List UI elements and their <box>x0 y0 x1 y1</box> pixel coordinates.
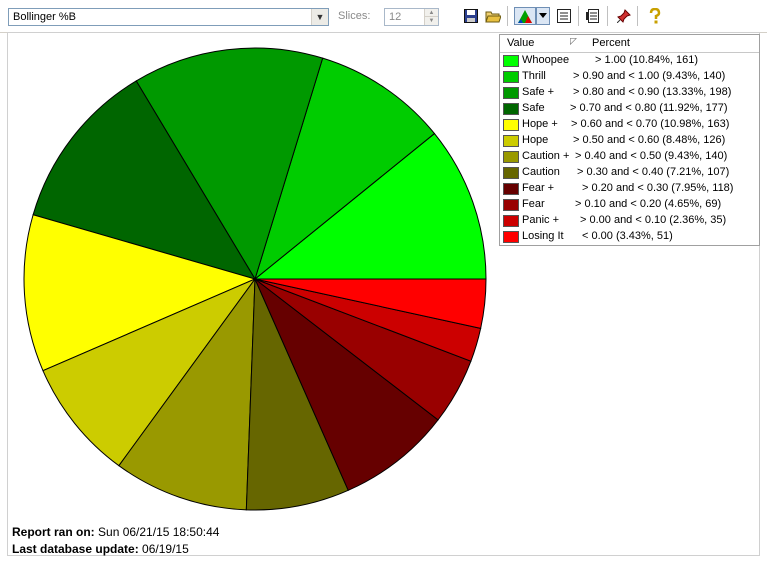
legend-swatch <box>503 167 519 179</box>
report-ran-label: Report ran on: <box>12 525 95 539</box>
legend: Value ◸ Percent Whoopee > 1.00 (10.84%, 1… <box>499 34 760 246</box>
legend-swatch <box>503 231 519 243</box>
report-ran-line: Report ran on: Sun 06/21/15 18:50:44 <box>12 525 219 539</box>
legend-swatch <box>503 135 519 147</box>
legend-item-percent: > 0.70 and < 0.80 (11.92%, 177) <box>570 102 728 114</box>
legend-item[interactable]: Fear > 0.10 and < 0.20 (4.65%, 69) <box>500 197 759 213</box>
legend-item[interactable]: Caution > 0.30 and < 0.40 (7.21%, 107) <box>500 165 759 181</box>
legend-column-percent[interactable]: Percent <box>592 37 630 49</box>
legend-item-label: Safe <box>522 102 545 114</box>
legend-item-percent: > 0.90 and < 1.00 (9.43%, 140) <box>573 70 726 82</box>
slices-value: 12 <box>389 11 402 23</box>
legend-item-percent: > 0.60 and < 0.70 (10.98%, 163) <box>571 118 730 130</box>
legend-item-percent: > 0.20 and < 0.30 (7.95%, 118) <box>582 182 734 194</box>
legend-item[interactable]: Safe > 0.70 and < 0.80 (11.92%, 177) <box>500 101 759 117</box>
legend-item-label: Caution + <box>522 150 570 162</box>
indicator-select[interactable]: Bollinger %B ▼ <box>8 8 329 26</box>
legend-header: Value ◸ Percent <box>500 35 759 53</box>
stepper-up-icon[interactable]: ▲ <box>425 9 438 17</box>
open-folder-icon[interactable] <box>484 7 502 25</box>
legend-item[interactable]: Panic + > 0.00 and < 0.10 (2.36%, 35) <box>500 213 759 229</box>
dropdown-arrow-icon[interactable] <box>536 7 550 25</box>
legend-item[interactable]: Thrill > 0.90 and < 1.00 (9.43%, 140) <box>500 69 759 85</box>
legend-item-percent: > 0.50 and < 0.60 (8.48%, 126) <box>573 134 726 146</box>
legend-column-value[interactable]: Value <box>507 37 534 49</box>
legend-item[interactable]: Caution + > 0.40 and < 0.50 (9.43%, 140) <box>500 149 759 165</box>
pie-chart-icon[interactable] <box>514 7 536 25</box>
legend-item-percent: > 0.00 and < 0.10 (2.36%, 35) <box>580 214 727 226</box>
legend-swatch <box>503 87 519 99</box>
legend-item[interactable]: Fear + > 0.20 and < 0.30 (7.95%, 118) <box>500 181 759 197</box>
database-update-line: Last database update: 06/19/15 <box>12 542 189 556</box>
legend-item-percent: > 0.10 and < 0.20 (4.65%, 69) <box>575 198 722 210</box>
legend-swatch <box>503 103 519 115</box>
list-icon[interactable] <box>555 7 573 25</box>
legend-item-label: Hope + <box>522 118 558 130</box>
legend-swatch <box>503 215 519 227</box>
legend-item[interactable]: Hope > 0.50 and < 0.60 (8.48%, 126) <box>500 133 759 149</box>
legend-item-label: Fear <box>522 198 545 210</box>
legend-item[interactable]: Safe + > 0.80 and < 0.90 (13.33%, 198) <box>500 85 759 101</box>
legend-item-label: Safe + <box>522 86 555 98</box>
indicator-select-value: Bollinger %B <box>13 11 76 23</box>
legend-swatch <box>503 71 519 83</box>
legend-item-percent: > 0.40 and < 0.50 (9.43%, 140) <box>575 150 728 162</box>
legend-item-label: Hope <box>522 134 549 146</box>
database-update-value: 06/19/15 <box>142 542 189 556</box>
legend-item[interactable]: Losing It < 0.00 (3.43%, 51) <box>500 229 759 245</box>
legend-item-label: Fear + <box>522 182 555 194</box>
legend-item-percent: > 1.00 (10.84%, 161) <box>595 54 699 66</box>
legend-item-label: Losing It <box>522 230 564 242</box>
slices-stepper[interactable]: 12 ▲ ▼ <box>384 8 439 26</box>
legend-swatch <box>503 55 519 67</box>
legend-item-label: Caution <box>522 166 560 178</box>
legend-item-percent: > 0.30 and < 0.40 (7.21%, 107) <box>577 166 730 178</box>
report-icon[interactable] <box>584 7 602 25</box>
legend-swatch <box>503 183 519 195</box>
chevron-down-icon[interactable]: ▼ <box>311 9 328 25</box>
save-icon[interactable] <box>462 7 480 25</box>
legend-swatch <box>503 151 519 163</box>
legend-item-label: Whoopee <box>522 54 570 66</box>
legend-item-percent: < 0.00 (3.43%, 51) <box>582 230 673 242</box>
legend-item[interactable]: Hope + > 0.60 and < 0.70 (10.98%, 163) <box>500 117 759 133</box>
legend-item[interactable]: Whoopee > 1.00 (10.84%, 161) <box>500 53 759 69</box>
pin-icon[interactable] <box>615 7 633 25</box>
report-ran-value: Sun 06/21/15 18:50:44 <box>98 525 220 539</box>
legend-item-percent: > 0.80 and < 0.90 (13.33%, 198) <box>573 86 732 98</box>
legend-swatch <box>503 119 519 131</box>
stepper-down-icon[interactable]: ▼ <box>425 17 438 25</box>
slices-label: Slices: <box>338 10 371 22</box>
legend-item-label: Panic + <box>522 214 559 226</box>
legend-item-label: Thrill <box>522 70 546 82</box>
legend-swatch <box>503 199 519 211</box>
help-icon[interactable] <box>646 7 664 25</box>
database-update-label: Last database update: <box>12 542 139 556</box>
toolbar: Bollinger %B ▼ Slices: 12 ▲ ▼ <box>0 0 767 33</box>
sort-icon: ◸ <box>570 36 577 46</box>
